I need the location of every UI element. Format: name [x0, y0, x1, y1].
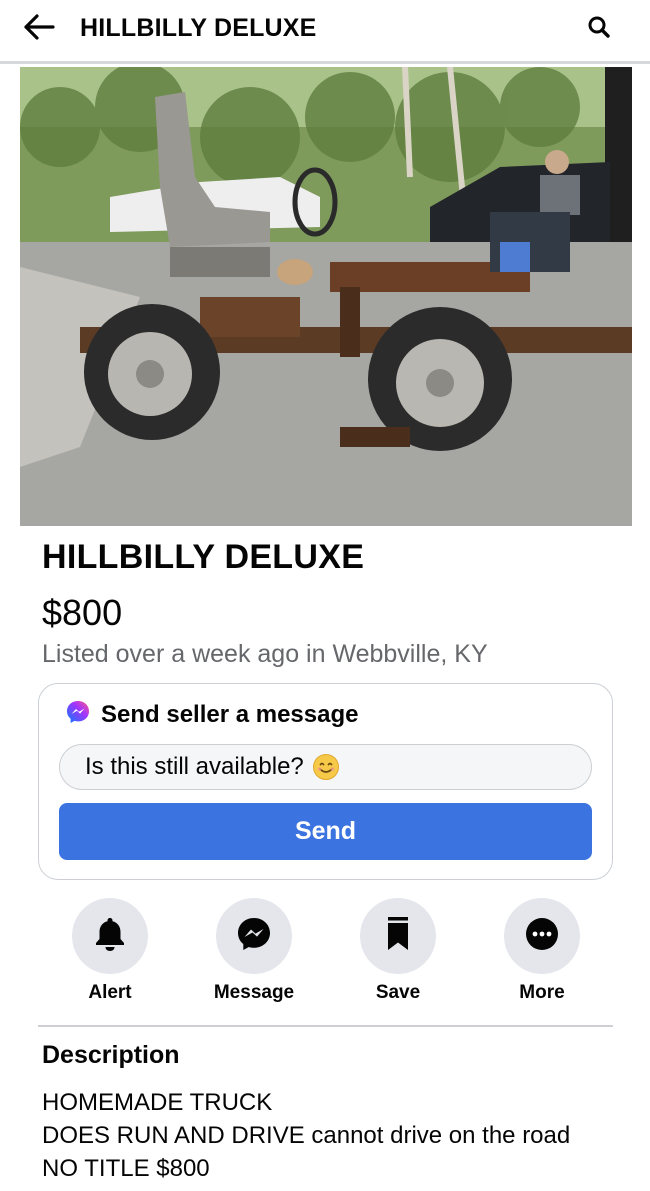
save-circle	[360, 898, 436, 974]
smiley-face-icon	[312, 753, 340, 781]
homemade-truck-photo	[20, 67, 632, 526]
message-circle	[216, 898, 292, 974]
alert-button[interactable]: Alert	[55, 898, 165, 1004]
save-label: Save	[375, 982, 421, 1003]
top-bar: HILLBILLY DELUXE	[0, 0, 650, 64]
bell-icon	[93, 916, 127, 957]
listing-price: $800	[42, 592, 123, 633]
more-circle	[504, 898, 580, 974]
description-line: DOES RUN AND DRIVE cannot drive on the r…	[42, 1122, 571, 1149]
listing-photo[interactable]	[20, 67, 632, 526]
description-line: NO TITLE $800	[42, 1155, 210, 1182]
more-dots-icon	[524, 916, 560, 957]
send-button[interactable]: Send	[59, 803, 592, 860]
divider	[38, 1025, 613, 1027]
send-message-header: Send seller a message	[65, 699, 358, 730]
save-button[interactable]: Save	[343, 898, 453, 1004]
send-message-card: Send seller a message Is this still avai…	[38, 683, 613, 880]
search-button[interactable]	[584, 14, 614, 44]
message-input-text: Is this still available?	[85, 753, 304, 780]
alert-label: Alert	[88, 982, 132, 1003]
action-bar: Alert Message Save More	[0, 898, 650, 1008]
message-label: Message	[213, 982, 295, 1003]
listing-meta: Listed over a week ago in Webbville, KY	[42, 640, 488, 668]
message-input[interactable]: Is this still available?	[59, 744, 592, 790]
more-label: More	[519, 982, 565, 1003]
messenger-icon	[236, 916, 272, 957]
listing-title: HILLBILLY DELUXE	[42, 538, 365, 576]
more-button[interactable]: More	[487, 898, 597, 1004]
message-button[interactable]: Message	[199, 898, 309, 1004]
page-title: HILLBILLY DELUXE	[80, 14, 317, 42]
description-body: HOMEMADE TRUCK DOES RUN AND DRIVE cannot…	[42, 1086, 570, 1185]
search-icon	[587, 15, 611, 44]
send-message-heading: Send seller a message	[101, 700, 359, 728]
description-line: HOMEMADE TRUCK	[42, 1089, 273, 1116]
alert-circle	[72, 898, 148, 974]
back-button[interactable]	[22, 12, 56, 46]
bookmark-icon	[386, 916, 410, 957]
arrow-left-icon	[23, 13, 55, 45]
messenger-icon	[65, 699, 91, 730]
description-heading: Description	[42, 1041, 180, 1069]
